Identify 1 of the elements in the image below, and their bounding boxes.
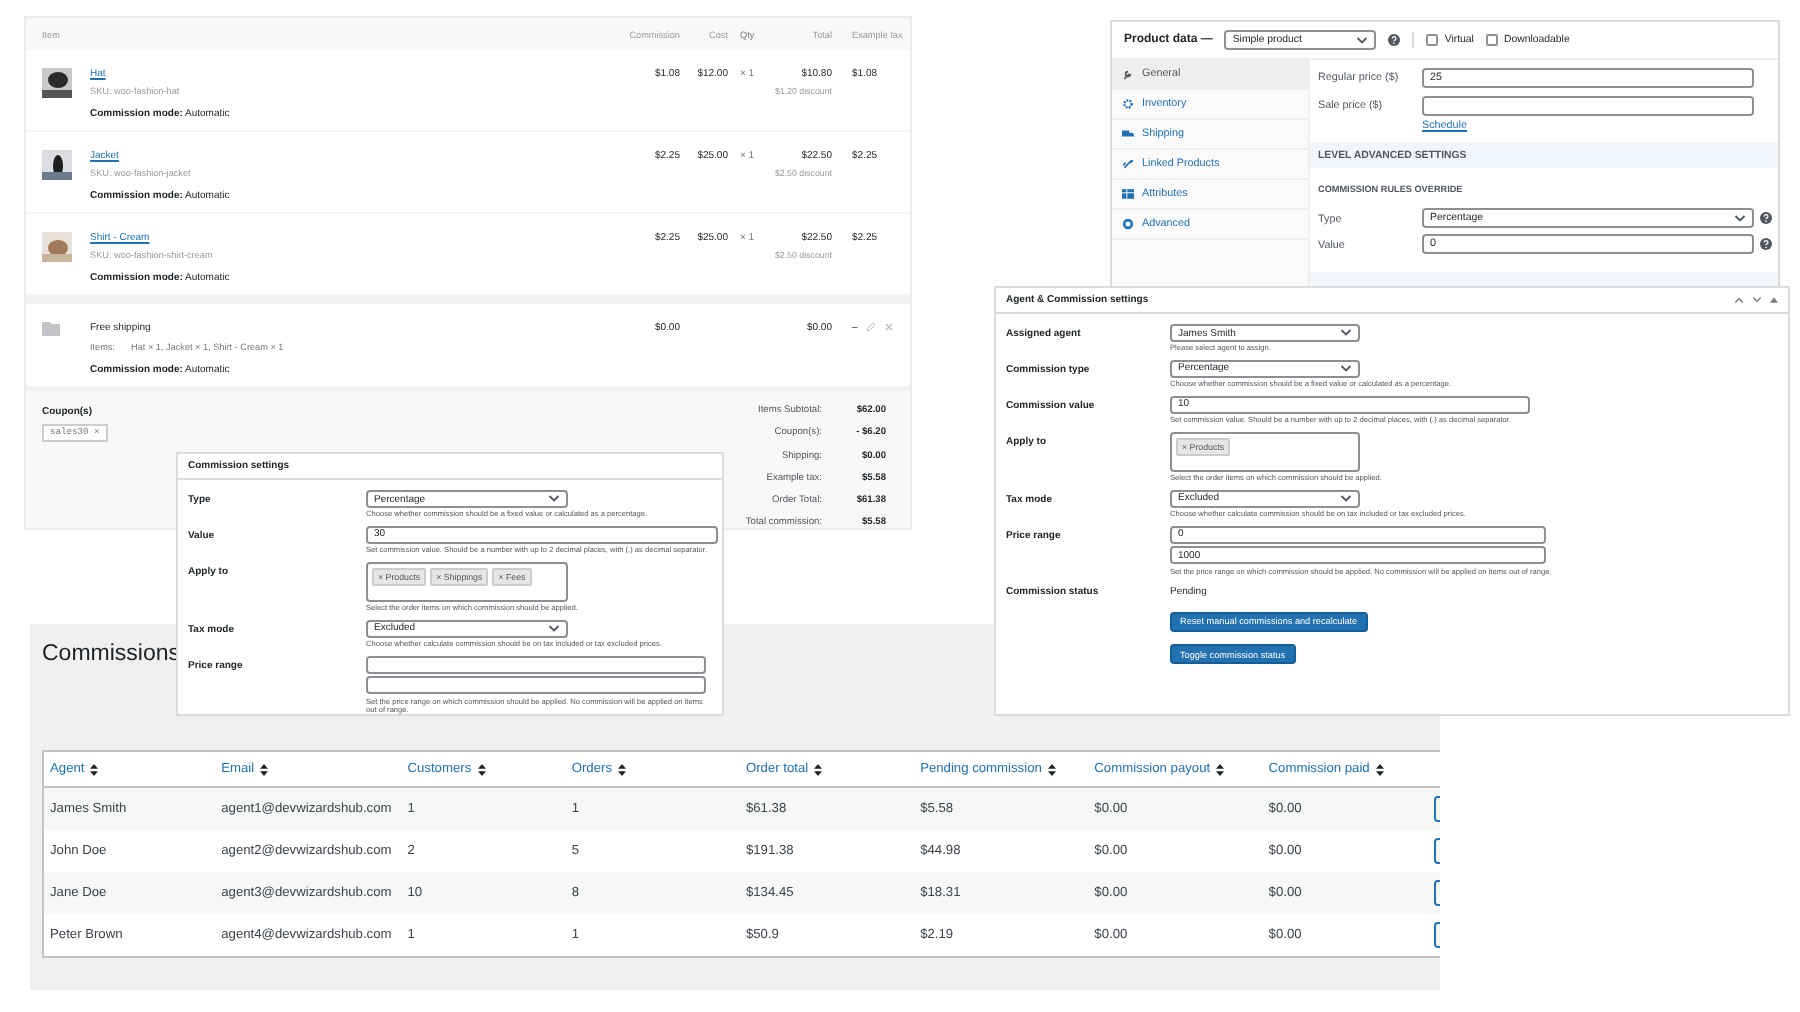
page-title: Commissions xyxy=(40,640,181,666)
